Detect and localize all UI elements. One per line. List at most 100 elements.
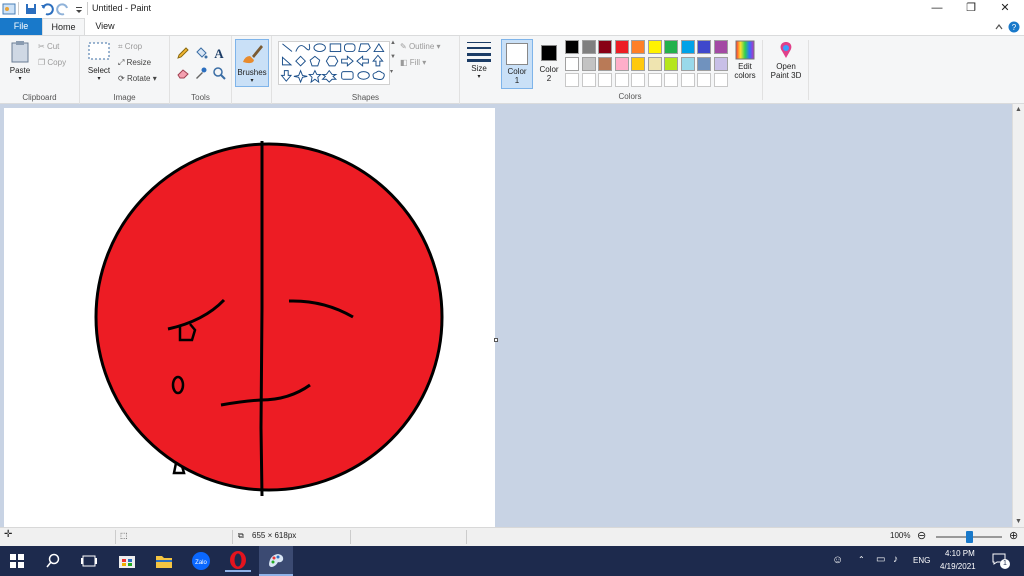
color-swatch[interactable]	[598, 56, 612, 71]
taskbar-zalo[interactable]: Zalo	[188, 550, 214, 572]
clock-date[interactable]: 4/19/2021	[940, 562, 976, 571]
color-swatch[interactable]	[631, 40, 645, 54]
task-view-button[interactable]	[76, 550, 102, 572]
show-hidden-icons-icon[interactable]: ⌃	[858, 555, 865, 564]
color-swatch[interactable]	[697, 40, 711, 54]
color-swatch[interactable]	[598, 73, 612, 87]
color-swatch[interactable]	[631, 73, 645, 87]
color-swatch[interactable]	[647, 56, 662, 71]
volume-icon[interactable]: ♪	[893, 554, 898, 565]
taskbar-opera[interactable]	[225, 550, 251, 572]
paint-app-icon[interactable]	[2, 2, 16, 16]
color-swatch[interactable]	[581, 40, 596, 54]
color-swatch[interactable]	[664, 56, 678, 71]
color2-button[interactable]: Color 2	[535, 39, 563, 89]
start-button[interactable]	[4, 550, 30, 572]
minimize-button[interactable]: —	[921, 0, 953, 18]
color-swatch[interactable]	[664, 73, 678, 87]
tools-group: A Tools	[170, 36, 232, 104]
resize-label: Resize	[126, 58, 152, 67]
diamond-shape-icon	[295, 55, 307, 67]
customize-quick-access-icon[interactable]	[72, 2, 86, 16]
network-icon[interactable]: ▭	[876, 554, 885, 565]
open-paint3d-button[interactable]: Open Paint 3D	[766, 40, 806, 80]
zoom-in-icon[interactable]: ⊕	[1009, 529, 1018, 542]
color-swatch[interactable]	[581, 73, 596, 87]
color-swatch[interactable]	[680, 40, 695, 54]
tab-view[interactable]: View	[85, 18, 125, 35]
restore-button[interactable]: ❐	[955, 0, 987, 18]
color-swatch[interactable]	[697, 56, 711, 71]
help-icon[interactable]: ?	[1008, 21, 1020, 33]
rotate-button[interactable]: ⟳ Rotate ▾	[118, 74, 157, 83]
redo-icon[interactable]	[56, 2, 70, 16]
color1-button[interactable]: Color 1	[501, 39, 533, 89]
paste-button[interactable]: Paste ▾	[6, 40, 34, 82]
color-swatch[interactable]	[697, 73, 711, 87]
color-swatch[interactable]	[565, 56, 579, 71]
people-icon[interactable]: ☺	[832, 554, 843, 566]
outline-button[interactable]: ✎ Outline ▾	[400, 42, 441, 51]
scroll-down-icon[interactable]: ▼	[1015, 518, 1022, 525]
fill-bucket-icon[interactable]	[194, 46, 208, 60]
brushes-button[interactable]: Brushes ▾	[235, 39, 269, 87]
shapes-scroll-down-icon[interactable]: ▼	[390, 54, 396, 60]
color-swatch[interactable]	[581, 56, 596, 71]
color-swatch[interactable]	[614, 56, 629, 71]
magnifier-icon[interactable]	[212, 66, 226, 80]
undo-icon[interactable]	[40, 2, 54, 16]
size-button[interactable]: Size ▾	[464, 40, 494, 80]
curve-shape-icon	[295, 43, 311, 52]
pencil-icon[interactable]	[176, 46, 190, 60]
cut-button[interactable]: ✂ Cut	[38, 42, 59, 51]
color-swatch[interactable]	[664, 40, 678, 54]
close-button[interactable]: ✕	[989, 0, 1021, 18]
shapes-expand-icon[interactable]: ▾	[390, 68, 393, 75]
shapes-gallery[interactable]	[278, 41, 390, 85]
taskbar-app-store[interactable]	[114, 550, 140, 572]
action-center-button[interactable]: 1	[992, 553, 1010, 569]
drawing-canvas[interactable]	[4, 108, 495, 527]
fill-button[interactable]: ◧ Fill ▾	[400, 58, 426, 67]
resize-button[interactable]: ⤢ Resize	[118, 58, 151, 68]
color-swatch[interactable]	[647, 40, 662, 54]
scroll-up-icon[interactable]: ▲	[1015, 106, 1022, 113]
color-swatch[interactable]	[680, 73, 695, 87]
zoom-slider-thumb[interactable]	[965, 531, 973, 543]
copy-button[interactable]: ❐ Copy	[38, 58, 66, 67]
color-swatch[interactable]	[565, 40, 579, 54]
crop-button[interactable]: ⌗ Crop	[118, 42, 142, 52]
zoom-out-icon[interactable]: ⊖	[917, 529, 926, 542]
color-swatch[interactable]	[631, 56, 645, 71]
eraser-icon[interactable]	[176, 66, 190, 80]
tab-home[interactable]: Home	[42, 18, 85, 35]
search-button[interactable]	[40, 550, 66, 572]
color-swatch[interactable]	[713, 40, 728, 54]
color-swatch[interactable]	[713, 56, 728, 71]
scissors-icon: ✂	[38, 42, 45, 51]
color-swatch[interactable]	[565, 73, 579, 87]
color-swatch[interactable]	[647, 73, 662, 87]
color-swatch[interactable]	[680, 56, 695, 71]
canvas-resize-handle[interactable]	[494, 338, 498, 342]
save-icon[interactable]	[24, 2, 38, 16]
tab-file[interactable]: File	[0, 18, 42, 35]
taskbar-paint[interactable]	[259, 546, 293, 576]
color-swatch[interactable]	[598, 40, 612, 54]
vertical-scrollbar[interactable]: ▲ ▼	[1012, 104, 1024, 527]
clock-time[interactable]: 4:10 PM	[945, 549, 975, 558]
zoom-slider[interactable]	[936, 531, 1002, 543]
color-swatch[interactable]	[614, 40, 629, 54]
collapse-ribbon-icon[interactable]	[994, 22, 1004, 32]
folder-icon	[156, 556, 172, 568]
color-swatch[interactable]	[614, 73, 629, 87]
color-picker-icon[interactable]	[194, 66, 208, 80]
select-button[interactable]: Select ▾	[84, 40, 114, 82]
fill-label: Fill	[409, 58, 421, 67]
color-swatch[interactable]	[713, 73, 728, 87]
input-language[interactable]: ENG	[913, 556, 930, 565]
text-icon[interactable]: A	[212, 46, 226, 60]
shapes-scroll-up-icon[interactable]: ▲	[390, 40, 396, 46]
taskbar-file-explorer[interactable]	[151, 550, 177, 572]
edit-colors-button[interactable]: Edit colors	[731, 40, 759, 80]
